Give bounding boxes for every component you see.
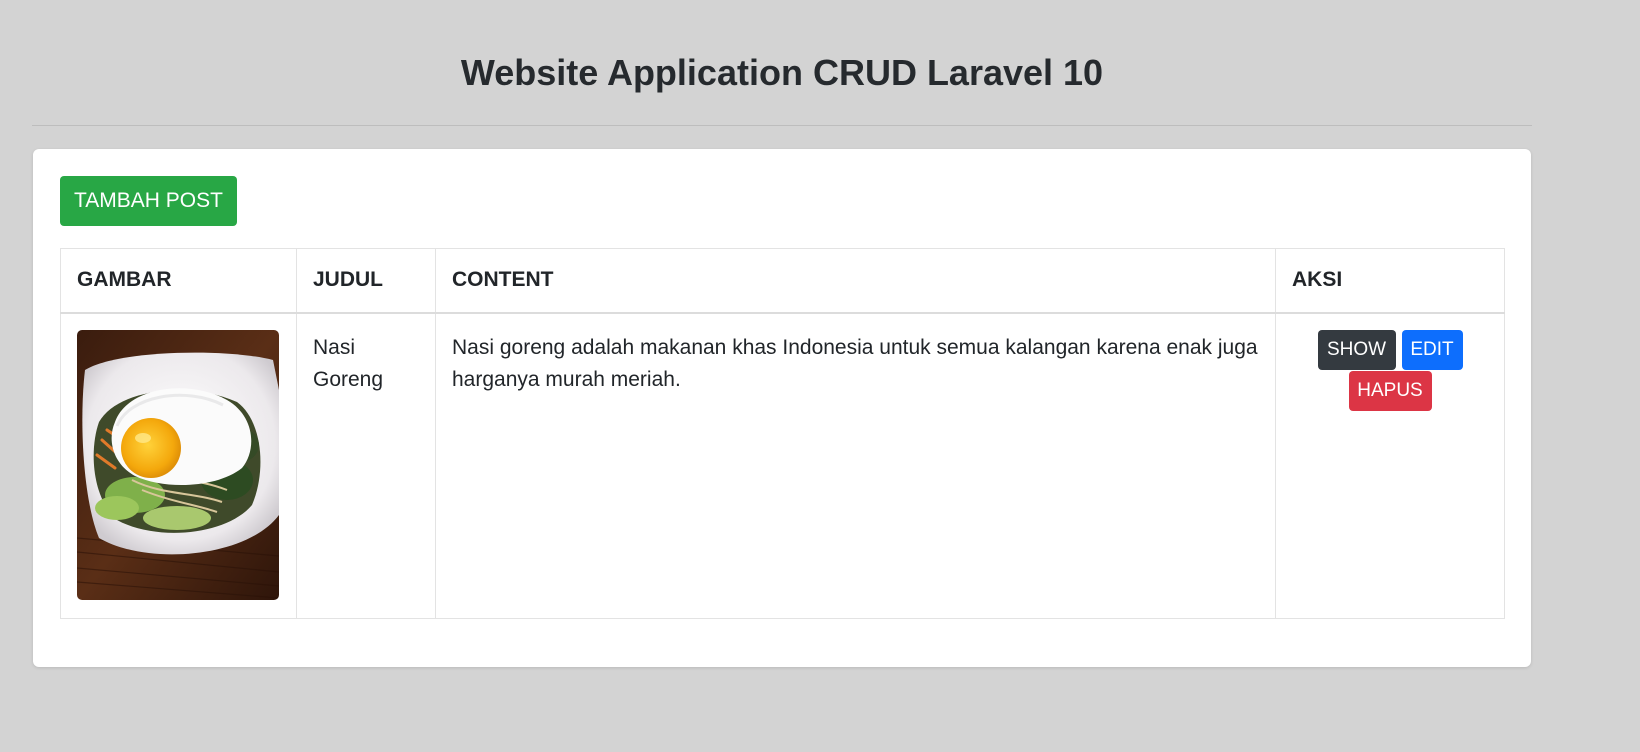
show-button[interactable]: SHOW bbox=[1317, 329, 1396, 370]
action-buttons: SHOW EDIT HAPUS bbox=[1315, 329, 1465, 411]
cell-judul: Nasi Goreng bbox=[296, 312, 436, 619]
cell-aksi: SHOW EDIT HAPUS bbox=[1275, 312, 1505, 619]
table-header-row: GAMBAR JUDUL CONTENT AKSI bbox=[60, 248, 1505, 314]
cell-content: Nasi goreng adalah makanan khas Indonesi… bbox=[435, 312, 1276, 619]
table-body: Nasi Goreng Nasi goreng adalah makanan k… bbox=[60, 312, 1505, 619]
cell-gambar bbox=[60, 312, 297, 619]
edit-button[interactable]: EDIT bbox=[1401, 329, 1463, 370]
add-post-button[interactable]: TAMBAH POST bbox=[60, 176, 237, 226]
title-divider bbox=[32, 125, 1532, 126]
page-title: Website Application CRUD Laravel 10 bbox=[460, 52, 1104, 93]
header-aksi: AKSI bbox=[1275, 248, 1505, 314]
food-photo-image bbox=[77, 329, 279, 600]
table-header: GAMBAR JUDUL CONTENT AKSI bbox=[60, 248, 1505, 314]
posts-table: GAMBAR JUDUL CONTENT AKSI Nasi Goreng Na… bbox=[60, 248, 1505, 619]
header-judul: JUDUL bbox=[296, 248, 436, 314]
header-content: CONTENT bbox=[435, 248, 1276, 314]
delete-button[interactable]: HAPUS bbox=[1348, 370, 1432, 411]
table-row: Nasi Goreng Nasi goreng adalah makanan k… bbox=[60, 312, 1505, 619]
content-card: TAMBAH POST GAMBAR JUDUL CONTENT AKSI Na… bbox=[33, 149, 1531, 667]
header-gambar: GAMBAR bbox=[60, 248, 297, 314]
